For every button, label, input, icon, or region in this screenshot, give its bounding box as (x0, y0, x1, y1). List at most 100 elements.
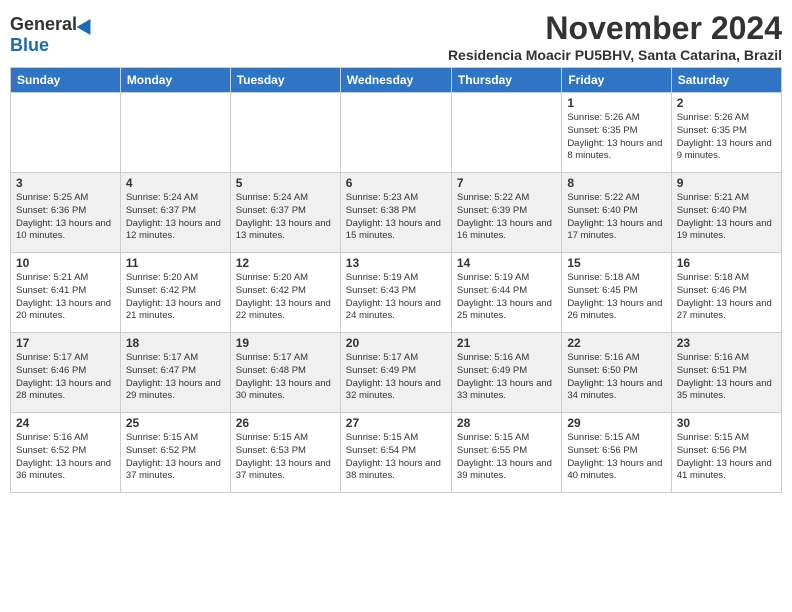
day-detail: Sunrise: 5:20 AMSunset: 6:42 PMDaylight:… (126, 272, 225, 323)
calendar-cell: 3Sunrise: 5:25 AMSunset: 6:36 PMDaylight… (11, 173, 121, 253)
day-number: 3 (16, 176, 115, 190)
day-number: 23 (677, 336, 776, 350)
day-detail: Sunrise: 5:15 AMSunset: 6:53 PMDaylight:… (236, 432, 335, 483)
calendar-cell: 5Sunrise: 5:24 AMSunset: 6:37 PMDaylight… (230, 173, 340, 253)
day-number: 13 (346, 256, 446, 270)
weekday-header: Saturday (671, 68, 781, 93)
calendar-cell: 4 Sunrise: 5:24 AMSunset: 6:37 PMDaylight… (120, 173, 230, 253)
calendar-week-row: 17Sunrise: 5:17 AMSunset: 6:46 PMDayligh… (11, 333, 782, 413)
day-detail: Sunrise: 5:17 AMSunset: 6:49 PMDaylight:… (346, 352, 446, 403)
day-number: 19 (236, 336, 335, 350)
day-number: 14 (457, 256, 556, 270)
day-detail: Sunrise: 5:22 AMSunset: 6:40 PMDaylight:… (567, 192, 665, 243)
day-detail: Sunrise: 5:22 AMSunset: 6:39 PMDaylight:… (457, 192, 556, 243)
calendar-cell: 26 Sunrise: 5:15 AMSunset: 6:53 PMDayligh… (230, 413, 340, 493)
calendar-cell: 28 Sunrise: 5:15 AMSunset: 6:55 PMDayligh… (451, 413, 561, 493)
logo: General Blue (10, 14, 95, 56)
day-detail: Sunrise: 5:15 AMSunset: 6:52 PMDaylight:… (126, 432, 225, 483)
calendar-cell: 17Sunrise: 5:17 AMSunset: 6:46 PMDayligh… (11, 333, 121, 413)
calendar-cell: 18Sunrise: 5:17 AMSunset: 6:47 PMDayligh… (120, 333, 230, 413)
calendar-cell: 15Sunrise: 5:18 AMSunset: 6:45 PMDayligh… (562, 253, 671, 333)
day-detail: Sunrise: 5:16 AMSunset: 6:52 PMDaylight:… (16, 432, 115, 483)
calendar-table: SundayMondayTuesdayWednesdayThursdayFrid… (10, 67, 782, 493)
day-detail: Sunrise: 5:21 AMSunset: 6:41 PMDaylight:… (16, 272, 115, 323)
logo-blue-text: Blue (10, 35, 49, 56)
calendar-cell: 23 Sunrise: 5:16 AMSunset: 6:51 PMDayligh… (671, 333, 781, 413)
calendar-cell: 27 Sunrise: 5:15 AMSunset: 6:54 PMDayligh… (340, 413, 451, 493)
day-number: 2 (677, 96, 776, 110)
day-number: 10 (16, 256, 115, 270)
weekday-header: Monday (120, 68, 230, 93)
day-detail: Sunrise: 5:15 AMSunset: 6:56 PMDaylight:… (677, 432, 776, 483)
day-number: 7 (457, 176, 556, 190)
day-number: 27 (346, 416, 446, 430)
calendar-cell: 20 Sunrise: 5:17 AMSunset: 6:49 PMDayligh… (340, 333, 451, 413)
weekday-header: Friday (562, 68, 671, 93)
title-block: November 2024 Residencia Moacir PU5BHV, … (448, 10, 782, 63)
calendar-cell (340, 93, 451, 173)
day-detail: Sunrise: 5:24 AMSunset: 6:37 PMDaylight:… (126, 192, 225, 243)
calendar-cell: 22Sunrise: 5:16 AMSunset: 6:50 PMDayligh… (562, 333, 671, 413)
day-number: 9 (677, 176, 776, 190)
day-detail: Sunrise: 5:20 AMSunset: 6:42 PMDaylight:… (236, 272, 335, 323)
day-number: 24 (16, 416, 115, 430)
day-detail: Sunrise: 5:16 AMSunset: 6:49 PMDaylight:… (457, 352, 556, 403)
calendar-cell: 21 Sunrise: 5:16 AMSunset: 6:49 PMDayligh… (451, 333, 561, 413)
day-number: 25 (126, 416, 225, 430)
day-detail: Sunrise: 5:18 AMSunset: 6:45 PMDaylight:… (567, 272, 665, 323)
calendar-cell: 10 Sunrise: 5:21 AMSunset: 6:41 PMDayligh… (11, 253, 121, 333)
day-number: 29 (567, 416, 665, 430)
day-detail: Sunrise: 5:19 AMSunset: 6:44 PMDaylight:… (457, 272, 556, 323)
calendar-cell: 2 Sunrise: 5:26 AMSunset: 6:35 PMDaylight… (671, 93, 781, 173)
calendar-week-row: 1 Sunrise: 5:26 AMSunset: 6:35 PMDaylight… (11, 93, 782, 173)
day-detail: Sunrise: 5:19 AMSunset: 6:43 PMDaylight:… (346, 272, 446, 323)
day-detail: Sunrise: 5:15 AMSunset: 6:56 PMDaylight:… (567, 432, 665, 483)
day-number: 28 (457, 416, 556, 430)
calendar-cell (451, 93, 561, 173)
day-detail: Sunrise: 5:16 AMSunset: 6:51 PMDaylight:… (677, 352, 776, 403)
calendar-cell: 6 Sunrise: 5:23 AMSunset: 6:38 PMDaylight… (340, 173, 451, 253)
calendar-cell: 7 Sunrise: 5:22 AMSunset: 6:39 PMDaylight… (451, 173, 561, 253)
calendar-cell (11, 93, 121, 173)
calendar-cell: 24 Sunrise: 5:16 AMSunset: 6:52 PMDayligh… (11, 413, 121, 493)
day-detail: Sunrise: 5:17 AMSunset: 6:48 PMDaylight:… (236, 352, 335, 403)
weekday-header: Wednesday (340, 68, 451, 93)
calendar-week-row: 3Sunrise: 5:25 AMSunset: 6:36 PMDaylight… (11, 173, 782, 253)
calendar-subtitle: Residencia Moacir PU5BHV, Santa Catarina… (448, 47, 782, 63)
day-number: 12 (236, 256, 335, 270)
day-detail: Sunrise: 5:26 AMSunset: 6:35 PMDaylight:… (677, 112, 776, 163)
weekday-header: Tuesday (230, 68, 340, 93)
day-number: 26 (236, 416, 335, 430)
page-header: General Blue November 2024 Residencia Mo… (10, 10, 782, 63)
day-detail: Sunrise: 5:15 AMSunset: 6:54 PMDaylight:… (346, 432, 446, 483)
day-detail: Sunrise: 5:23 AMSunset: 6:38 PMDaylight:… (346, 192, 446, 243)
day-number: 5 (236, 176, 335, 190)
calendar-cell: 13 Sunrise: 5:19 AMSunset: 6:43 PMDayligh… (340, 253, 451, 333)
calendar-cell: 1 Sunrise: 5:26 AMSunset: 6:35 PMDaylight… (562, 93, 671, 173)
day-number: 8 (567, 176, 665, 190)
weekday-header: Thursday (451, 68, 561, 93)
day-number: 20 (346, 336, 446, 350)
day-detail: Sunrise: 5:26 AMSunset: 6:35 PMDaylight:… (567, 112, 665, 163)
day-detail: Sunrise: 5:16 AMSunset: 6:50 PMDaylight:… (567, 352, 665, 403)
day-number: 4 (126, 176, 225, 190)
day-number: 21 (457, 336, 556, 350)
day-number: 6 (346, 176, 446, 190)
logo-triangle-icon (77, 14, 98, 34)
day-number: 1 (567, 96, 665, 110)
day-number: 17 (16, 336, 115, 350)
calendar-header-row: SundayMondayTuesdayWednesdayThursdayFrid… (11, 68, 782, 93)
calendar-cell: 12 Sunrise: 5:20 AMSunset: 6:42 PMDayligh… (230, 253, 340, 333)
calendar-cell (120, 93, 230, 173)
day-detail: Sunrise: 5:17 AMSunset: 6:47 PMDaylight:… (126, 352, 225, 403)
month-title: November 2024 (448, 10, 782, 47)
day-number: 16 (677, 256, 776, 270)
calendar-cell: 19 Sunrise: 5:17 AMSunset: 6:48 PMDayligh… (230, 333, 340, 413)
calendar-cell: 9Sunrise: 5:21 AMSunset: 6:40 PMDaylight… (671, 173, 781, 253)
calendar-cell: 16Sunrise: 5:18 AMSunset: 6:46 PMDayligh… (671, 253, 781, 333)
calendar-cell: 14 Sunrise: 5:19 AMSunset: 6:44 PMDayligh… (451, 253, 561, 333)
calendar-week-row: 24 Sunrise: 5:16 AMSunset: 6:52 PMDayligh… (11, 413, 782, 493)
calendar-cell: 8 Sunrise: 5:22 AMSunset: 6:40 PMDaylight… (562, 173, 671, 253)
calendar-cell: 30Sunrise: 5:15 AMSunset: 6:56 PMDayligh… (671, 413, 781, 493)
day-detail: Sunrise: 5:15 AMSunset: 6:55 PMDaylight:… (457, 432, 556, 483)
